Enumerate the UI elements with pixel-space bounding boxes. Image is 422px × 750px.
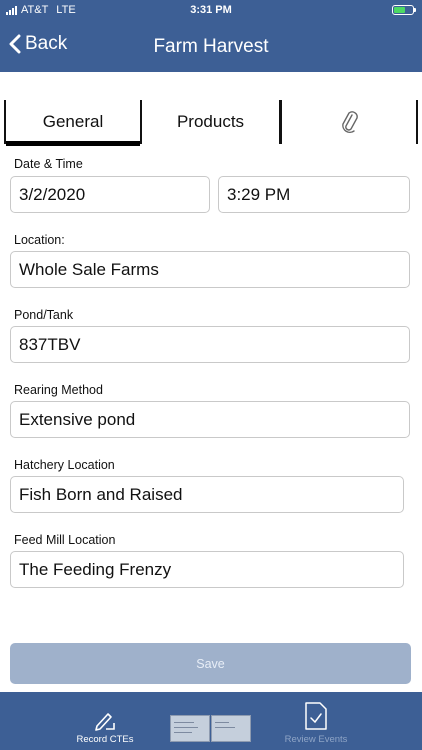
feed-mill-location-field[interactable]: The Feeding Frenzy	[10, 551, 404, 588]
status-time: 3:31 PM	[190, 4, 232, 16]
pen-icon	[95, 713, 115, 731]
location-field[interactable]: Whole Sale Farms	[10, 251, 410, 288]
time-field[interactable]: 3:29 PM	[218, 176, 410, 213]
rearing-method-field[interactable]: Extensive pond	[10, 401, 410, 438]
tab-review-events[interactable]: Review Events	[266, 692, 366, 750]
tab-attachments[interactable]	[282, 100, 418, 144]
date-time-label: Date & Time	[14, 157, 83, 171]
tab-products[interactable]: Products	[140, 100, 282, 144]
document-check-icon	[305, 702, 327, 730]
segment-tabs: General Products	[0, 100, 422, 146]
tab-label: Record CTEs	[76, 734, 134, 745]
navigation-header: AT&T LTE 3:31 PM Back Farm Harvest	[0, 0, 422, 72]
thumbnail-image	[211, 715, 251, 742]
tab-label: Products	[176, 112, 245, 131]
page-title: Farm Harvest	[153, 36, 269, 57]
pond-tank-label: Pond/Tank	[14, 308, 74, 322]
paperclip-icon	[342, 111, 358, 134]
hatchery-location-label: Hatchery Location	[14, 458, 115, 472]
pond-tank-field[interactable]: 837TBV	[10, 326, 410, 363]
selected-tab-indicator	[6, 141, 140, 146]
hatchery-location-field[interactable]: Fish Born and Raised	[10, 476, 404, 513]
tab-record-ctes[interactable]: Record CTEs	[55, 692, 155, 750]
status-bar: AT&T LTE 3:31 PM	[0, 0, 422, 22]
tab-label: General	[42, 112, 104, 131]
thumbnail-image	[170, 715, 210, 742]
tab-label: Review Events	[284, 734, 348, 745]
battery-icon	[392, 5, 416, 15]
save-button[interactable]: Save	[10, 643, 411, 684]
feed-mill-location-label: Feed Mill Location	[14, 533, 116, 547]
date-field[interactable]: 3/2/2020	[10, 176, 210, 213]
location-label: Location:	[14, 233, 65, 247]
rearing-method-label: Rearing Method	[14, 383, 103, 397]
tab-general[interactable]: General	[4, 100, 140, 146]
